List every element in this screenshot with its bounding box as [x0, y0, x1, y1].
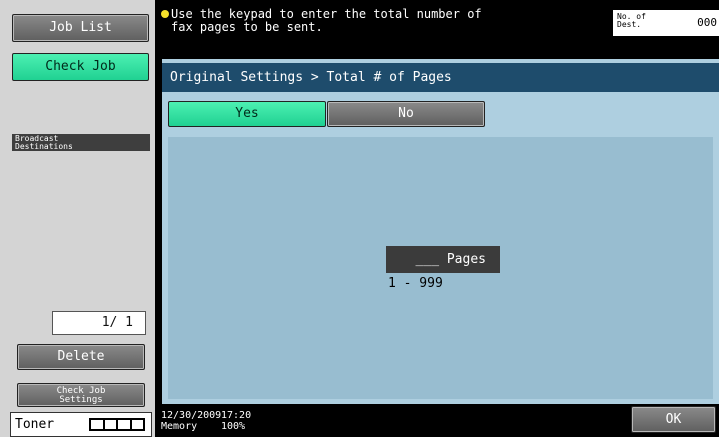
broadcast-destinations-label: Broadcast Destinations	[12, 134, 150, 151]
ok-button[interactable]: OK	[631, 406, 716, 433]
memory-value: 100%	[221, 421, 246, 432]
check-job-settings-button[interactable]: Check Job Settings	[17, 383, 145, 407]
instruction-message: Use the keypad to enter the total number…	[171, 7, 482, 34]
status-footer: 12/30/200917:20 Memory 100% OK	[155, 404, 719, 437]
toner-indicator: Toner	[10, 412, 152, 437]
destination-count-box: No. of Dest. 000	[613, 10, 719, 36]
toner-label: Toner	[15, 417, 55, 432]
pages-input[interactable]: ___ Pages	[386, 246, 500, 273]
page-counter: 1/ 1	[52, 311, 146, 335]
check-job-button[interactable]: Check Job	[12, 53, 149, 81]
time-text: 17:20	[221, 410, 252, 421]
destination-count-label: No. of Dest.	[617, 12, 646, 29]
date-text: 12/30/2009	[161, 410, 222, 421]
sidebar: Job List Check Job Broadcast Destination…	[0, 0, 155, 437]
yes-button[interactable]: Yes	[168, 101, 326, 127]
no-button[interactable]: No	[327, 101, 485, 127]
memory-label: Memory	[161, 421, 198, 432]
toner-level-bar	[89, 418, 145, 431]
pages-range-hint: 1 - 999	[388, 276, 443, 291]
info-bulb-icon	[161, 10, 169, 18]
message-header: Use the keypad to enter the total number…	[155, 0, 719, 59]
main-panel: Original Settings > Total # of Pages Yes…	[162, 59, 719, 404]
delete-button[interactable]: Delete	[17, 344, 145, 370]
job-list-button[interactable]: Job List	[12, 14, 149, 42]
date-time-memory: 12/30/200917:20 Memory 100%	[161, 410, 281, 432]
destination-count-value: 000	[697, 16, 717, 29]
breadcrumb: Original Settings > Total # of Pages	[162, 63, 719, 92]
